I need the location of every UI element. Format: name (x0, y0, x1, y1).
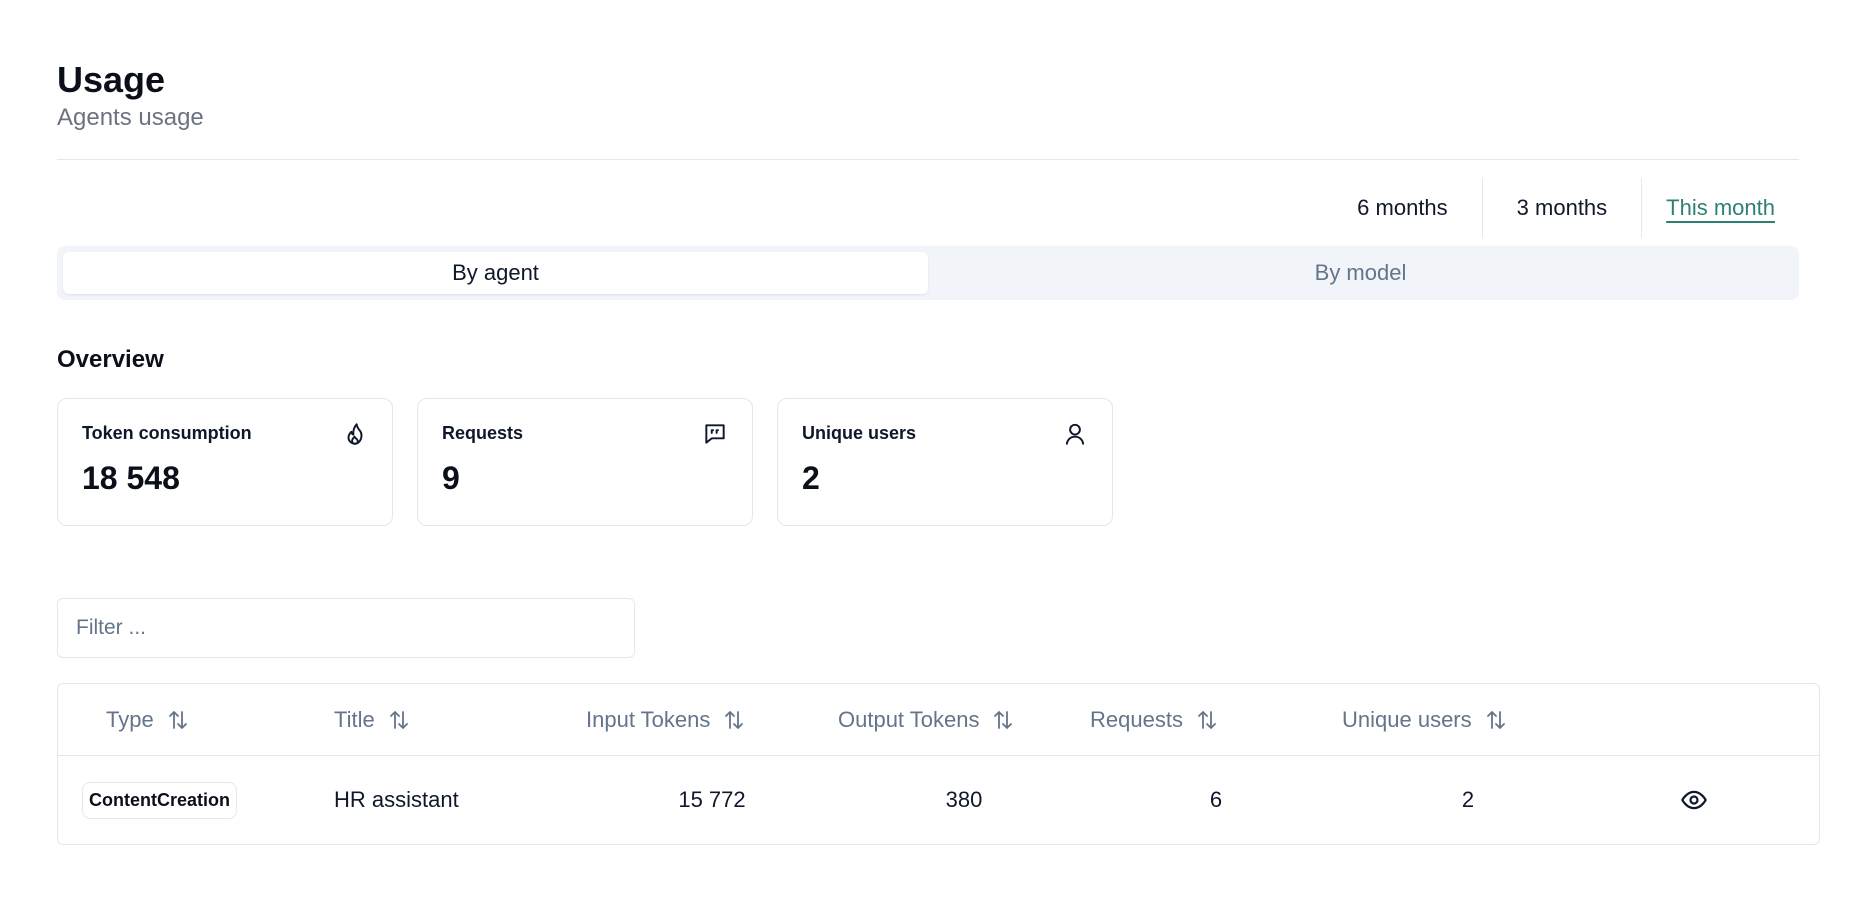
sort-icon (994, 710, 1013, 729)
usage-table: Type Title Input Tokens Output Tokens Re… (57, 683, 1820, 845)
column-header-title[interactable]: Title (334, 707, 586, 733)
sort-icon (389, 710, 408, 729)
overview-title: Overview (57, 346, 164, 373)
table-header: Type Title Input Tokens Output Tokens Re… (58, 684, 1819, 756)
tab-by-model[interactable]: By model (928, 252, 1793, 294)
sort-icon (1198, 710, 1216, 729)
message-quote-icon (705, 424, 725, 444)
cell-requests: 6 (1209, 787, 1223, 812)
column-header-type[interactable]: Type (58, 707, 334, 733)
column-label: Requests (1090, 706, 1183, 732)
page-header: Usage Agents usage (57, 0, 1799, 133)
card-value: 2 (802, 460, 820, 496)
time-range-selector: 6 months 3 months This month (57, 178, 1799, 238)
sort-icon (168, 710, 187, 729)
column-header-requests[interactable]: Requests (1090, 707, 1342, 733)
card-unique-users: Unique users 2 (777, 398, 1113, 526)
cell-title: HR assistant (334, 787, 459, 812)
column-label: Unique users (1342, 706, 1472, 732)
column-label: Type (106, 706, 154, 732)
header-divider (57, 159, 1799, 160)
eye-icon[interactable] (1680, 786, 1708, 814)
card-value: 9 (442, 460, 460, 496)
range-3-months[interactable]: 3 months (1481, 178, 1642, 238)
flame-icon (347, 423, 363, 445)
cell-actions (1594, 786, 1794, 814)
cell-unique-users: 2 (1461, 787, 1475, 812)
card-value: 18 548 (82, 460, 180, 496)
column-header-output-tokens[interactable]: Output Tokens (838, 707, 1090, 733)
tab-by-agent[interactable]: By agent (63, 252, 928, 294)
cell-output-tokens: 380 (945, 787, 983, 812)
cell-input-tokens: 15 772 (678, 787, 746, 812)
overview-cards: Token consumption 18 548 Requests 9 Uniq… (57, 398, 1799, 526)
cell-type: ContentCreation (58, 781, 334, 819)
column-label: Output Tokens (838, 706, 980, 732)
view-toggle: By agent By model (57, 246, 1799, 300)
usage-page: Usage Agents usage 6 months 3 months Thi… (0, 0, 1856, 899)
range-this-month[interactable]: This month (1641, 178, 1799, 238)
range-6-months[interactable]: 6 months (1323, 178, 1482, 238)
table-row: ContentCreation HR assistant 15 772 380 … (58, 756, 1819, 844)
column-label: Title (334, 706, 375, 732)
card-token-consumption: Token consumption 18 548 (57, 398, 393, 526)
card-label: Unique users (802, 423, 917, 443)
column-label: Input Tokens (586, 706, 711, 732)
card-label: Token consumption (82, 423, 252, 443)
user-icon (1065, 423, 1085, 445)
page-subtitle: Agents usage (57, 104, 204, 131)
sort-icon (725, 710, 744, 729)
card-label: Requests (442, 423, 524, 443)
card-requests: Requests 9 (417, 398, 753, 526)
type-badge: ContentCreation (82, 781, 237, 819)
sort-icon (1486, 710, 1505, 729)
column-header-unique-users[interactable]: Unique users (1342, 707, 1594, 733)
page-title: Usage (57, 59, 166, 100)
filter-input[interactable] (57, 598, 635, 658)
column-header-input-tokens[interactable]: Input Tokens (586, 707, 838, 733)
